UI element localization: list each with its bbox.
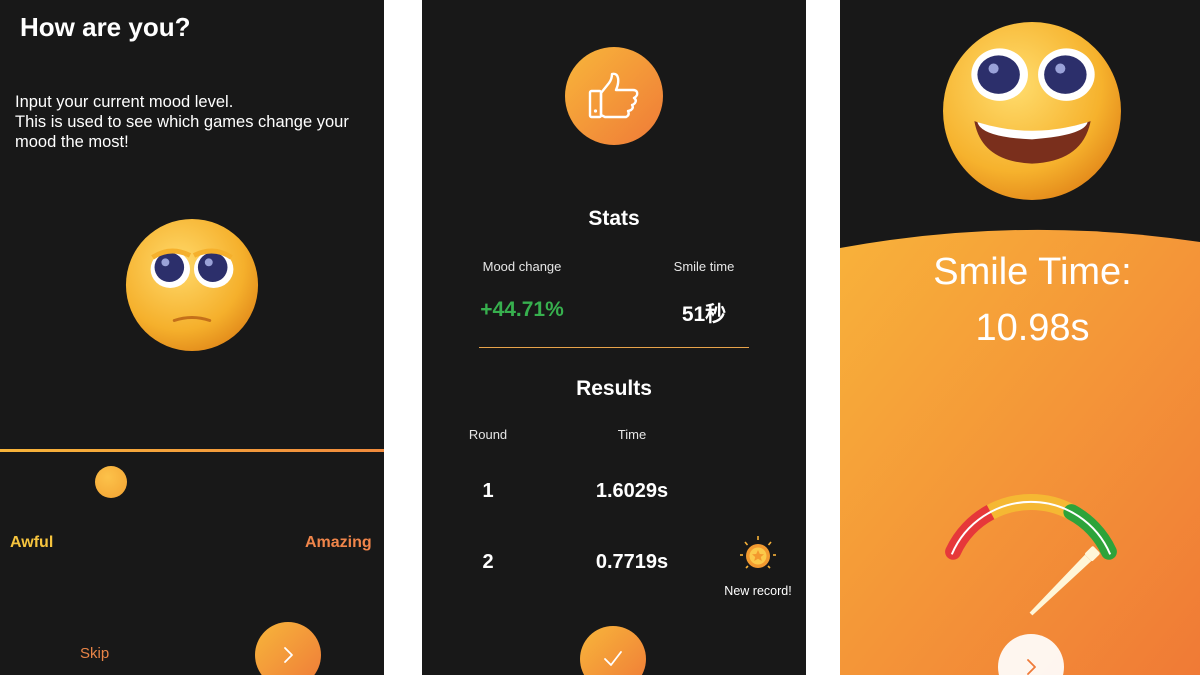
results-screen: Stats Mood change Smile time +44.71% 51秒… [422,0,806,675]
mood-description: Input your current mood level. This is u… [15,92,375,152]
description-line: Input your current mood level. [15,93,234,111]
slider-min-label: Awful [10,534,54,551]
next-button[interactable] [255,622,321,675]
divider [479,347,749,348]
results-heading: Results [576,377,652,400]
table-cell-time: 1.6029s [595,480,669,502]
smile-time-screen: Smile Time: 10.98s [840,0,1200,675]
result-badge [565,47,663,145]
gauge-segment-high [1063,504,1117,560]
page-title: How are you? [20,12,191,42]
mood-slider-handle[interactable] [95,466,127,498]
table-cell-round: 1 [482,480,494,502]
description-line: mood the most! [15,133,129,151]
chevron-right-icon [1027,659,1036,675]
description-line: This is used to see which games change y… [15,113,349,131]
mood-input-screen: How are you? Input your current mood lev… [0,0,384,675]
mood-slider-track[interactable] [0,449,384,452]
smile-gauge [945,494,1117,616]
new-record-label: New record! [724,584,792,598]
medal-icon [740,536,776,569]
column-header-round: Round [468,427,508,442]
happy-face-emoji-icon [943,22,1121,200]
table-cell-round: 2 [482,551,494,573]
gauge-needle [1029,546,1100,616]
column-header-time: Time [617,427,647,442]
table-cell-time: 0.7719s [595,551,669,573]
smile-time-value: 51秒 [681,303,727,326]
skip-button[interactable]: Skip [80,645,109,662]
done-button[interactable] [580,626,646,675]
mood-change-value: +44.71% [480,298,564,321]
mood-change-label: Mood change [482,259,562,274]
chevron-right-icon [284,647,293,663]
gauge-segment-low [945,504,999,560]
smile-time-label: Smile Time: [933,251,1132,293]
sad-face-emoji-icon [125,218,259,352]
smile-time-label: Smile time [673,259,735,274]
slider-max-label: Amazing [305,534,372,551]
smile-time-value: 10.98s [975,307,1090,349]
stats-heading: Stats [588,207,640,230]
checkmark-icon [604,651,622,666]
thumbs-up-icon [588,72,639,119]
